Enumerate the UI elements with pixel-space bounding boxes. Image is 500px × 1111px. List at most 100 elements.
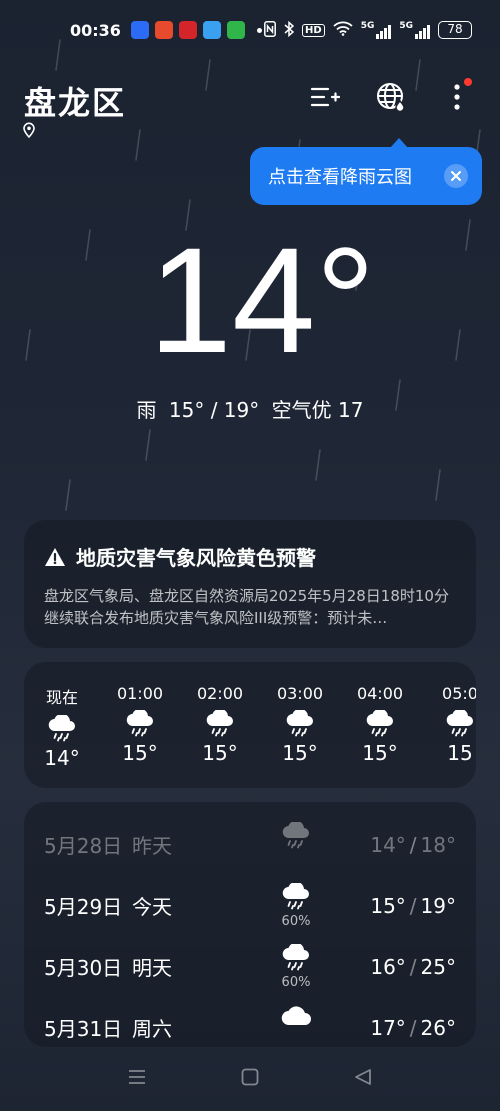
network-type-label: 5G: [399, 21, 413, 31]
air-quality[interactable]: 空气优 17: [272, 398, 364, 422]
rain-icon: [260, 707, 340, 741]
home-square-icon: [241, 1068, 259, 1086]
shopping-app-icon: [154, 21, 173, 39]
alert-title-row: 地质灾害气象风险黄色预警: [44, 542, 456, 571]
manage-cities-button[interactable]: [308, 80, 342, 114]
day-high: 18°: [420, 832, 456, 857]
day-row[interactable]: 5月29日 今天 60% 15°/19°: [44, 875, 456, 936]
precip-probability: 60%: [281, 914, 311, 929]
globe-rain-icon: [377, 83, 405, 113]
more-notifications-dot: [256, 27, 262, 33]
day-row[interactable]: 5月30日 明天 60% 16°/25°: [44, 936, 456, 997]
day-label: 昨天: [132, 834, 172, 858]
hour-temp: 15: [447, 741, 473, 765]
menu-icon: [128, 1070, 145, 1084]
hour-time: 03:00: [276, 684, 324, 703]
temp-separator: /: [409, 893, 417, 918]
recent-apps-button[interactable]: [128, 1069, 146, 1089]
day-row[interactable]: 5月28日 昨天 14°/18°: [44, 814, 456, 875]
city-name[interactable]: 盘龙区: [24, 78, 126, 124]
more-vertical-icon: [454, 84, 460, 110]
day-label: 周六: [132, 1017, 172, 1041]
top-actions: [308, 78, 474, 114]
rain-icon: [276, 820, 316, 855]
day-low: 17°: [370, 1015, 406, 1040]
precip-probability: 60%: [281, 975, 311, 990]
rain-icon: 60%: [276, 942, 316, 990]
day-low: 16°: [370, 954, 406, 979]
day-temp-range: 16°/25°: [370, 955, 456, 979]
hour-item: 03:00 15°: [260, 684, 340, 770]
system-icons: HD 5G 5G 78: [264, 20, 472, 40]
condition-text: 雨: [136, 398, 157, 422]
hourly-list[interactable]: 现在 14° 01:00 15° 02:00 15° 03:00 15° 04:00 15° 05:…: [24, 662, 476, 770]
wifi-icon: [333, 21, 353, 39]
rain-icon: [24, 712, 100, 746]
back-triangle-icon: [355, 1069, 372, 1085]
back-button[interactable]: [354, 1068, 372, 1090]
day-label: 明天: [132, 956, 172, 980]
day-high: 19°: [420, 893, 456, 918]
day-date: 5月28日: [44, 834, 123, 858]
rain-map-tooltip[interactable]: 点击查看降雨云图: [250, 138, 482, 205]
hour-item: 02:00 15°: [180, 684, 260, 770]
nfc-icon: [264, 20, 276, 40]
alert-title: 地质灾害气象风险黄色预警: [76, 546, 316, 570]
red-app-icon: [178, 21, 197, 39]
rain-icon: [180, 707, 260, 741]
more-menu-button[interactable]: [440, 78, 474, 114]
location-pin-icon: [22, 122, 36, 142]
hour-item: 04:00 15°: [340, 684, 420, 770]
hourly-forecast-card[interactable]: 现在 14° 01:00 15° 02:00 15° 03:00 15° 04:00 15° 05:…: [24, 662, 476, 788]
day-row[interactable]: 5月31日 周六 17°/26°: [44, 997, 456, 1047]
hour-item: 01:00 15°: [100, 684, 180, 770]
baidu-app-icon: [130, 21, 149, 39]
hour-item: 现在 14°: [24, 684, 100, 770]
temp-separator: /: [409, 832, 417, 857]
hour-temp: 15°: [122, 741, 158, 765]
daily-forecast-card[interactable]: 5月28日 昨天 14°/18° 5月29日 今天 60% 15°/19° 5月30日 明天 60…: [24, 802, 476, 1047]
hour-item: 05:0 15: [420, 684, 476, 770]
system-nav-bar: [0, 1047, 500, 1111]
day-high: 26°: [420, 1015, 456, 1040]
home-button[interactable]: [241, 1068, 259, 1090]
weather-summary[interactable]: 雨 15° / 19° 空气优 17: [0, 394, 500, 423]
notification-icons: [130, 21, 245, 39]
status-bar: 00:36 HD 5G 5G 78: [0, 0, 500, 60]
hour-time: 05:0: [442, 684, 476, 703]
status-time: 00:36: [70, 20, 121, 40]
temp-separator: /: [409, 954, 417, 979]
hour-temp: 15°: [282, 741, 318, 765]
signal-1-icon: 5G: [361, 21, 392, 39]
rain-icon: [340, 707, 420, 741]
current-temperature: 14°: [148, 216, 376, 384]
hour-temp: 15°: [362, 741, 398, 765]
temp-range: 15° / 19°: [168, 398, 260, 422]
battery-indicator: 78: [438, 21, 472, 39]
network-type-label: 5G: [360, 21, 375, 31]
weather-app-icon: [202, 21, 221, 39]
hour-time: 现在: [45, 688, 78, 707]
tooltip-close-button[interactable]: [444, 164, 468, 188]
hour-time: 01:00: [116, 684, 164, 703]
daily-list: 5月28日 昨天 14°/18° 5月29日 今天 60% 15°/19° 5月30日 明天 60…: [44, 814, 456, 1047]
day-temp-range: 15°/19°: [370, 894, 456, 918]
rain-map-button[interactable]: [374, 80, 408, 114]
add-city-icon: [310, 87, 340, 107]
rain-icon: 60%: [276, 881, 316, 929]
temp-separator: /: [409, 1015, 417, 1040]
day-date: 5月30日: [44, 956, 123, 980]
cloud-icon: [276, 1005, 316, 1032]
weather-alert-card[interactable]: 地质灾害气象风险黄色预警 盘龙区气象局、盘龙区自然资源局2025年5月28日18…: [24, 520, 476, 648]
signal-2-icon: 5G: [399, 21, 430, 39]
warning-icon: [45, 547, 65, 566]
alert-body: 盘龙区气象局、盘龙区自然资源局2025年5月28日18时10分继续联合发布地质灾…: [44, 587, 449, 627]
day-temp-range: 14°/18°: [370, 833, 456, 857]
rain-icon: [100, 707, 180, 741]
day-date: 5月31日: [44, 1017, 123, 1041]
close-icon: [451, 171, 461, 181]
hour-time: 02:00: [196, 684, 244, 703]
notification-badge: [464, 78, 472, 86]
hd-icon: HD: [302, 23, 325, 37]
rain-icon: [420, 707, 476, 741]
